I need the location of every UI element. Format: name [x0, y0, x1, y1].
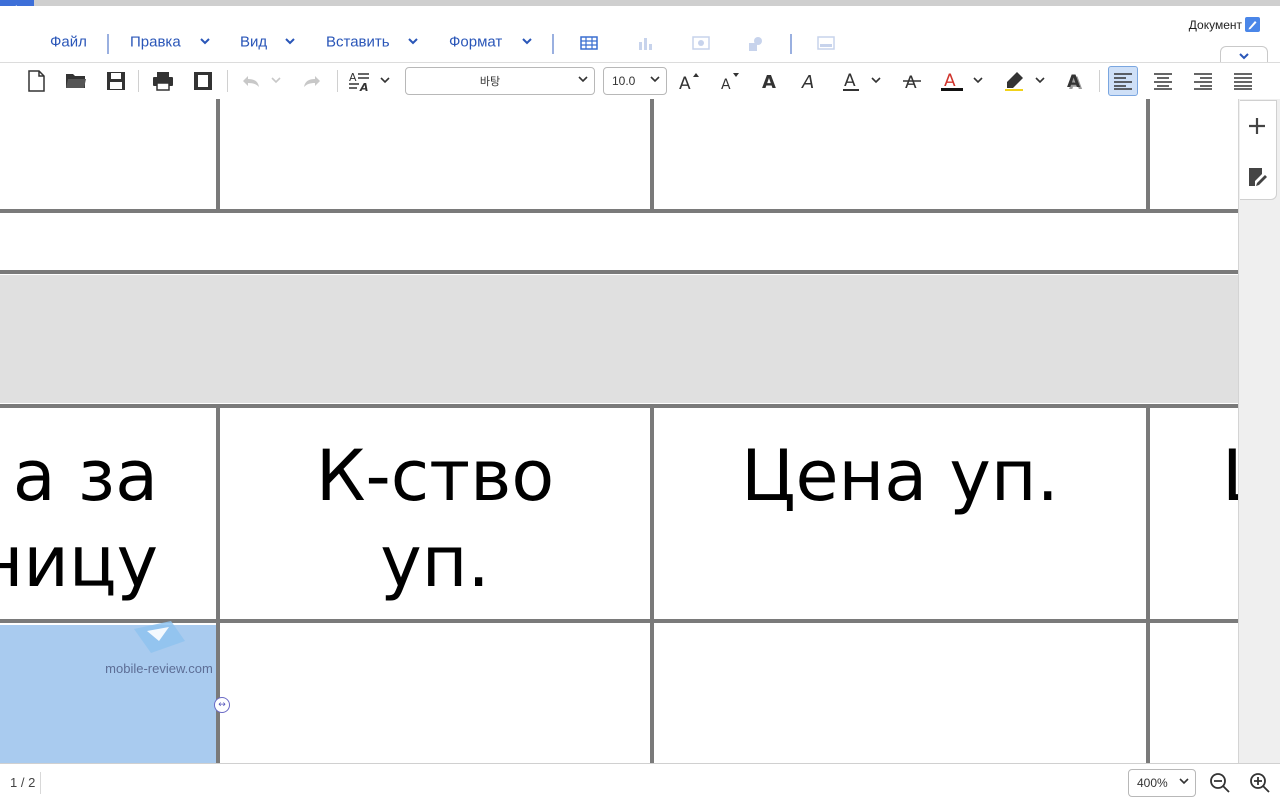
chevron-down-icon: [1239, 53, 1249, 60]
table-row-border: [0, 209, 1238, 213]
svg-text:A: A: [679, 74, 691, 91]
menu-separator: [552, 34, 554, 54]
menu-view[interactable]: Вид: [240, 34, 267, 51]
open-folder-icon[interactable]: [61, 66, 91, 96]
column-resize-handle[interactable]: ↔: [214, 697, 230, 713]
svg-text:A: A: [1067, 72, 1081, 91]
zoom-value: 400%: [1137, 776, 1168, 790]
strikethrough-icon[interactable]: A: [897, 66, 927, 96]
formatting-toolbar: AA 바탕 10.0 A A A A A A A AA: [0, 62, 1280, 100]
table-header-cell: а за ницу: [0, 435, 158, 603]
zoom-out-icon[interactable]: [1209, 772, 1231, 794]
table-column-border: [216, 99, 220, 211]
menu-format[interactable]: Формат: [449, 34, 502, 51]
menu-insert[interactable]: Вставить: [326, 34, 390, 51]
print-icon[interactable]: [148, 66, 178, 96]
svg-text:A: A: [359, 81, 369, 92]
table-header-cell: К-ство уп.: [315, 435, 555, 603]
italic-icon[interactable]: A: [795, 66, 825, 96]
note-edit-icon[interactable]: [1248, 167, 1268, 187]
new-document-icon[interactable]: [21, 66, 51, 96]
svg-text:A: A: [844, 71, 856, 91]
align-center-icon[interactable]: [1148, 66, 1178, 96]
chevron-down-icon: [650, 76, 660, 83]
toolbar-separator: [337, 70, 338, 92]
chevron-down-icon[interactable]: [407, 38, 419, 46]
toolbar-separator: [1099, 70, 1100, 92]
edit-document-icon[interactable]: [1245, 17, 1260, 32]
table-row-border: [0, 270, 1238, 274]
underline-icon[interactable]: A: [836, 66, 866, 96]
svg-text:A: A: [801, 72, 814, 91]
insert-image-icon: [692, 36, 710, 50]
align-right-icon[interactable]: [1188, 66, 1218, 96]
table-column-border: [1146, 404, 1150, 763]
chevron-down-icon: [1179, 778, 1189, 785]
chevron-down-icon[interactable]: [1035, 77, 1045, 84]
watermark-text: mobile-review.com: [105, 661, 213, 676]
watermark: mobile-review.com: [104, 619, 214, 676]
svg-text:A: A: [721, 77, 731, 91]
chevron-down-icon[interactable]: [973, 77, 983, 84]
chevron-down-icon[interactable]: [871, 77, 881, 84]
plus-icon[interactable]: [1248, 117, 1266, 135]
insert-table-icon[interactable]: [580, 36, 598, 50]
table-column-border: [1146, 99, 1150, 211]
highlight-marker-icon[interactable]: [999, 66, 1029, 96]
save-icon[interactable]: [101, 66, 131, 96]
table-column-border: [650, 99, 654, 211]
watermark-logo-icon: [134, 621, 185, 653]
redo-icon: [297, 66, 327, 96]
zoom-select[interactable]: 400%: [1128, 769, 1196, 797]
menu-separator: [107, 34, 109, 54]
svg-text:A: A: [905, 73, 917, 91]
font-size-value: 10.0: [612, 74, 636, 88]
chevron-down-icon: [271, 77, 281, 84]
decrease-font-size-icon[interactable]: A: [714, 66, 744, 96]
undo-icon: [236, 66, 266, 96]
increase-font-size-icon[interactable]: A: [674, 66, 704, 96]
table-header-cell: Ц: [1222, 433, 1238, 519]
chevron-down-icon[interactable]: [380, 77, 390, 84]
status-bar: 1 / 2 400%: [0, 763, 1280, 801]
svg-text:A: A: [349, 71, 357, 84]
document-label: Документ: [1188, 18, 1242, 32]
font-family-value: 바탕: [479, 75, 501, 88]
chevron-down-icon[interactable]: [199, 38, 211, 46]
menu-file[interactable]: Файл: [50, 34, 87, 51]
insert-textbox-icon: [817, 36, 835, 50]
status-separator: [40, 772, 41, 794]
chevron-down-icon: [578, 76, 588, 83]
align-justify-icon[interactable]: [1228, 66, 1258, 96]
page-layout-icon[interactable]: [188, 66, 218, 96]
table-header-cell: Цена уп.: [741, 435, 1059, 517]
side-tools-tab: [1240, 100, 1277, 200]
page-indicator: 1 / 2: [10, 775, 36, 790]
text-style-icon[interactable]: AA: [344, 66, 374, 96]
chevron-down-icon[interactable]: [284, 38, 296, 46]
align-left-icon[interactable]: [1108, 66, 1138, 96]
menu-bar: Файл Правка Вид Вставить Формат Документ: [0, 6, 1280, 69]
font-family-select[interactable]: 바탕: [405, 67, 595, 95]
insert-shape-icon: [749, 37, 762, 51]
table-row-border: [0, 404, 1238, 408]
zoom-in-icon[interactable]: [1249, 772, 1271, 794]
document-canvas[interactable]: а за ницу К-ство уп. Цена уп. Ц ↔ mobile…: [0, 99, 1238, 763]
toolbar-separator: [138, 70, 139, 92]
menu-edit[interactable]: Правка: [130, 34, 181, 51]
font-size-select[interactable]: 10.0: [603, 67, 667, 95]
chevron-down-icon[interactable]: [521, 38, 533, 46]
table-gray-row: [0, 275, 1238, 403]
menu-separator: [790, 34, 792, 54]
font-color-icon[interactable]: A: [937, 66, 967, 96]
insert-chart-icon: [639, 38, 652, 50]
bold-icon[interactable]: A: [755, 66, 785, 96]
text-shadow-icon[interactable]: AA: [1061, 66, 1091, 96]
toolbar-separator: [227, 70, 228, 92]
svg-text:A: A: [762, 72, 776, 91]
